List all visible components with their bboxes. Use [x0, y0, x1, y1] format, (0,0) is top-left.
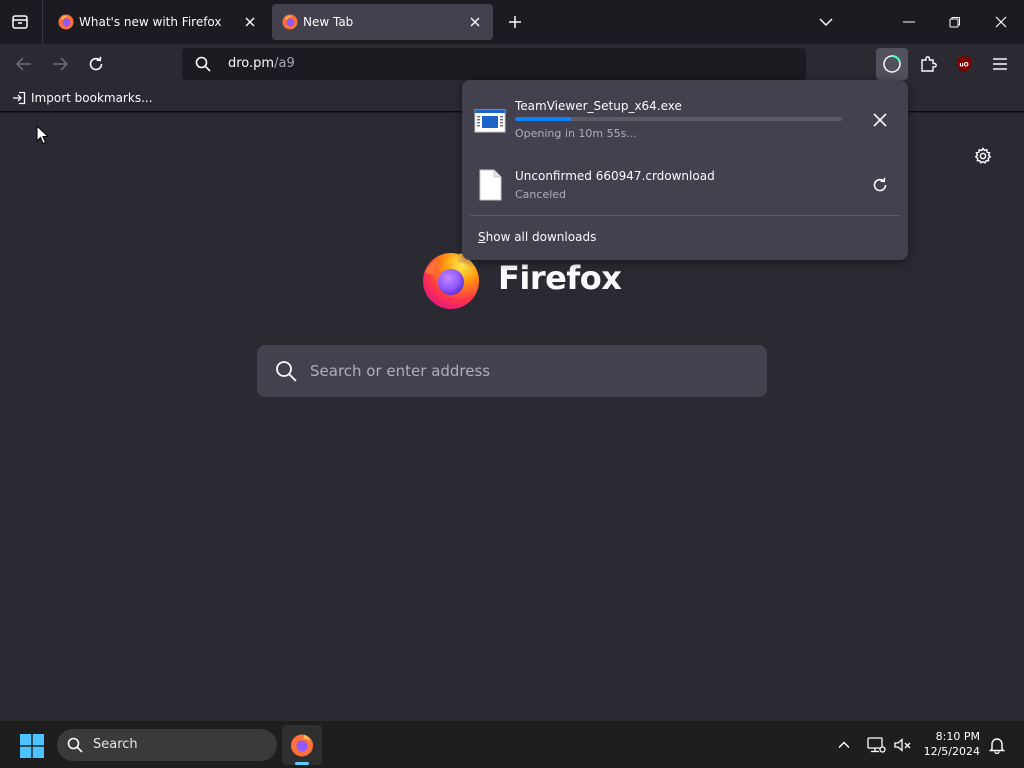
new-tab-search-box[interactable]: Search or enter address: [257, 345, 767, 397]
download-filename: TeamViewer_Setup_x64.exe: [515, 99, 682, 113]
mouse-cursor-icon: [36, 125, 50, 145]
restore-window-icon[interactable]: [940, 8, 970, 36]
cancel-download-button[interactable]: [866, 106, 894, 134]
taskbar-search-box[interactable]: Search: [57, 729, 277, 761]
close-icon: [873, 113, 887, 127]
new-tab-button[interactable]: [502, 8, 528, 36]
url-text[interactable]: dro.pm/a9: [228, 56, 295, 72]
taskbar-firefox-button[interactable]: [282, 725, 322, 765]
search-icon: [67, 737, 83, 753]
search-placeholder: Search or enter address: [310, 362, 491, 380]
retry-icon: [873, 177, 887, 192]
import-bookmarks-button[interactable]: Import bookmarks...: [12, 90, 153, 106]
windows-start-icon[interactable]: [20, 734, 44, 758]
url-host: dro.pm: [228, 56, 275, 71]
windows-taskbar: Search 8:10 PM 12/5/2024: [0, 720, 1024, 768]
retry-download-button[interactable]: [866, 171, 894, 199]
active-app-indicator: [295, 762, 309, 765]
address-bar[interactable]: dro.pm/a9: [182, 48, 806, 80]
search-icon: [195, 56, 211, 72]
download-progress-bar: [515, 117, 842, 121]
panel-divider: [470, 215, 900, 216]
tab-new-tab[interactable]: New Tab: [272, 4, 493, 40]
firefox-favicon-icon: [282, 14, 298, 30]
tab-title: What's new with Firefox: [79, 15, 222, 29]
firefox-icon: [291, 734, 313, 757]
url-path: /a9: [274, 56, 295, 71]
import-icon: [13, 91, 26, 105]
exe-file-icon: [474, 109, 506, 133]
downloads-progress-icon: [883, 55, 901, 73]
download-item[interactable]: TeamViewer_Setup_x64.exe Opening in 10m …: [462, 90, 908, 146]
hamburger-menu-icon[interactable]: [986, 50, 1014, 78]
taskbar-search-label: Search: [93, 737, 138, 752]
network-icon[interactable]: [866, 736, 886, 754]
close-tab-icon[interactable]: [240, 12, 260, 32]
downloads-progress-button[interactable]: [876, 48, 908, 80]
tab-title: New Tab: [303, 15, 354, 29]
notification-bell-icon[interactable]: [988, 736, 1006, 754]
download-item[interactable]: Unconfirmed 660947.crdownload Canceled: [462, 160, 908, 210]
downloads-panel: TeamViewer_Setup_x64.exe Opening in 10m …: [462, 80, 908, 260]
search-icon: [276, 361, 297, 382]
accesskey-letter: S: [478, 230, 486, 244]
ublock-origin-icon[interactable]: uO: [950, 50, 978, 78]
download-filename: Unconfirmed 660947.crdownload: [515, 169, 715, 183]
tab-strip: What's new with Firefox New Tab: [0, 0, 1024, 44]
download-progress-fill: [515, 117, 571, 121]
tab-whats-new[interactable]: What's new with Firefox: [48, 4, 268, 40]
firefox-favicon-icon: [58, 14, 74, 30]
back-arrow-icon[interactable]: [10, 50, 38, 78]
show-hidden-icons-chevron-icon[interactable]: [836, 737, 852, 753]
forward-arrow-icon[interactable]: [46, 50, 74, 78]
firefox-wordmark: Firefox: [498, 259, 622, 297]
close-tab-icon[interactable]: [465, 12, 485, 32]
minimize-window-icon[interactable]: [894, 8, 924, 36]
list-all-tabs-chevron-icon[interactable]: [812, 8, 840, 36]
svg-text:uO: uO: [959, 62, 968, 69]
import-bookmarks-label: Import bookmarks...: [31, 91, 153, 105]
volume-muted-icon[interactable]: [893, 736, 913, 754]
clock-date: 12/5/2024: [923, 745, 980, 758]
generic-file-icon: [479, 169, 502, 201]
tab-strip-divider: [42, 0, 43, 44]
reload-icon[interactable]: [82, 50, 110, 78]
clock-time: 8:10 PM: [935, 730, 980, 743]
navigation-toolbar: dro.pm/a9 uO: [0, 44, 1024, 84]
close-window-icon[interactable]: [986, 8, 1016, 36]
customize-new-tab-gear-icon[interactable]: [971, 144, 995, 168]
system-clock[interactable]: 8:10 PM 12/5/2024: [914, 729, 980, 759]
firefox-view-icon[interactable]: [6, 8, 34, 36]
download-status: Opening in 10m 55s...: [515, 127, 637, 140]
show-all-downloads-button[interactable]: Show all downloads: [478, 229, 596, 245]
extensions-puzzle-icon[interactable]: [914, 50, 942, 78]
download-status: Canceled: [515, 188, 567, 201]
